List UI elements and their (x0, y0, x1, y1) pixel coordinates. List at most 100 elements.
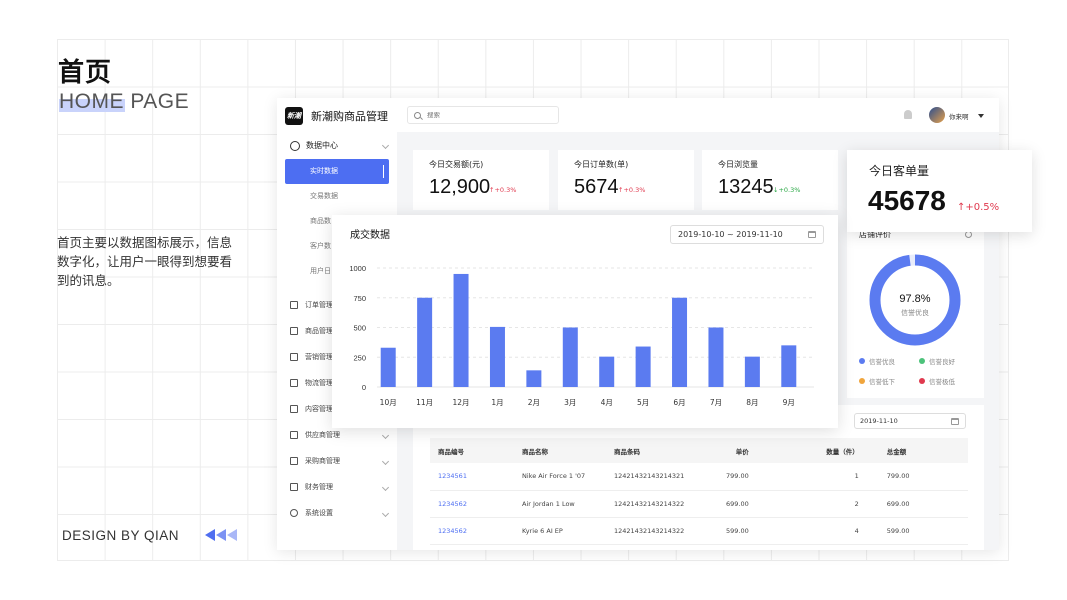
order-table: 商品编号 商品名称 商品条码 单价 数量（件） 总金额 1234561 Nike… (430, 438, 968, 545)
nav-item-finance[interactable]: 财务管理 (290, 474, 390, 500)
nav-item-label: 系统设置 (305, 509, 333, 517)
x-tick-label: 2月 (528, 398, 540, 407)
product-id-link[interactable]: 1234562 (430, 490, 514, 518)
table-cell: 12421432143214322 (606, 490, 718, 518)
table-cell: 799.00 (718, 463, 769, 491)
table-row[interactable]: 1234562 Air Jordan 1 Low 124214321432143… (430, 490, 968, 518)
product-id-link[interactable]: 1234562 (430, 517, 514, 545)
bell-icon[interactable] (904, 110, 912, 119)
chevron-down-icon (381, 483, 390, 491)
chevron-down-icon (381, 141, 390, 150)
brand-logo: 新潮 (285, 107, 303, 125)
page-description: 首页主要以数据图标展示，信息数字化，让用户一眼得到想要看到的讯息。 (57, 235, 233, 288)
column-header[interactable]: 商品条码 (606, 438, 718, 463)
deal-chart-card: 成交数据 2019-10-10 ~ 2019-11-10 0 250 500 750 1… (332, 215, 838, 428)
stat-label: 今日订单数(单) (574, 160, 629, 169)
document-icon (290, 301, 298, 309)
menu-group-data-center[interactable]: 数据中心 (290, 140, 390, 151)
table-cell: Nike Air Force 1 '07 (514, 463, 606, 491)
x-tick-label: 11月 (416, 398, 433, 407)
x-tick-label: 6月 (673, 398, 685, 407)
search-box[interactable] (407, 106, 559, 124)
y-tick-label: 1000 (349, 264, 366, 273)
stat-change: ↑+0.3% (489, 186, 517, 194)
x-tick-label: 8月 (746, 398, 758, 407)
kpi-change-value: +0.5% (965, 202, 1000, 213)
nav-item-settings[interactable]: 系统设置 (290, 500, 390, 526)
caret-down-icon[interactable] (978, 114, 984, 118)
submenu-item-realtime[interactable]: 实时数据 (285, 159, 389, 184)
rating-donut: 97.8% 信誉优良 (869, 254, 961, 346)
box-icon (290, 327, 298, 335)
bar (380, 347, 396, 387)
stat-change-value: +0.3% (494, 186, 517, 194)
avatar[interactable] (929, 107, 945, 123)
bar (672, 297, 688, 387)
store-icon (290, 431, 298, 439)
product-id-link[interactable]: 1234561 (430, 463, 514, 491)
table-cell: 12421432143214321 (606, 463, 718, 491)
x-tick-label: 3月 (564, 398, 576, 407)
search-icon (414, 111, 421, 119)
column-header[interactable]: 商品名称 (514, 438, 606, 463)
nav-item-label: 采购商管理 (305, 457, 340, 465)
chevron-down-icon (381, 509, 390, 517)
bar (708, 327, 724, 387)
x-tick-label: 9月 (783, 398, 795, 407)
truck-icon (290, 379, 298, 387)
menu-group-label: 数据中心 (306, 141, 338, 150)
bar (635, 346, 651, 387)
legend-dot (919, 358, 925, 364)
table-row[interactable]: 1234561 Nike Air Force 1 '07 12421432143… (430, 463, 968, 491)
gear-icon (290, 509, 298, 517)
legend-label: 信誉良好 (929, 358, 955, 366)
table-header-row: 商品编号 商品名称 商品条码 单价 数量（件） 总金额 (430, 438, 968, 463)
cart-icon (290, 457, 298, 465)
table-cell: 699.00 (718, 490, 769, 518)
x-tick-label: 4月 (601, 398, 613, 407)
stat-change: ↓+0.3% (773, 186, 801, 194)
table-date-picker[interactable]: 2019-11-10 (854, 413, 966, 429)
table-row[interactable]: 1234562 Kyrie 6 AI EP 12421432143214322 … (430, 517, 968, 545)
legend-label: 信誉低下 (869, 378, 895, 386)
bar (526, 370, 542, 387)
table-cell: Air Jordan 1 Low (514, 490, 606, 518)
legend-dot (919, 378, 925, 384)
legend-dot (859, 378, 865, 384)
bar (417, 297, 433, 387)
rating-center-label: 信誉优良 (901, 308, 929, 317)
nav-item-label: 内容管理 (305, 405, 333, 413)
column-header[interactable]: 商品编号 (430, 438, 514, 463)
stat-card-orders: 今日订单数(单) 5674 ↑+0.3% (558, 150, 694, 210)
table-cell: 4 (768, 517, 879, 545)
table-cell: 599.00 (718, 517, 769, 545)
ledger-icon (290, 483, 298, 491)
back-arrows-icon (205, 529, 237, 541)
info-icon[interactable] (965, 231, 972, 238)
bar (562, 327, 578, 387)
bar (489, 326, 505, 387)
y-tick-label: 250 (353, 353, 366, 362)
nav-item-label: 供应商管理 (305, 431, 340, 439)
legend-label: 信誉极低 (929, 378, 955, 386)
submenu-item-trade[interactable]: 交易数据 (285, 184, 389, 209)
search-input[interactable] (427, 111, 547, 119)
nav-item-purchasers[interactable]: 采购商管理 (290, 448, 390, 474)
stat-change-value: +0.3% (778, 186, 801, 194)
user-name[interactable]: 你来啊 (949, 111, 969, 121)
nav-item-label: 财务管理 (305, 483, 333, 491)
bar-chart: 0 250 500 750 1000 10月 11月 12月 1月 2月 3月 4月 5月 6月 7月 8月 9… (349, 264, 814, 407)
x-tick-label: 12月 (453, 398, 470, 407)
column-header[interactable]: 数量（件） (768, 438, 879, 463)
y-tick-label: 500 (353, 324, 366, 333)
column-header[interactable]: 总金额 (878, 438, 968, 463)
table-cell: Kyrie 6 AI EP (514, 517, 606, 545)
topbar: 你来啊 (397, 98, 999, 132)
bar (599, 356, 615, 387)
rating-legend: 信誉优良 信誉良好 信誉低下 信誉极低 (859, 356, 979, 386)
bar (453, 273, 469, 387)
store-rating-panel: 店铺评价 97.8% 信誉优良 信誉优良 信誉良好 信誉低下 信誉极低 (847, 228, 984, 398)
column-header[interactable]: 单价 (718, 438, 769, 463)
page-title: 首页 (58, 58, 113, 88)
x-tick-label: 7月 (710, 398, 722, 407)
